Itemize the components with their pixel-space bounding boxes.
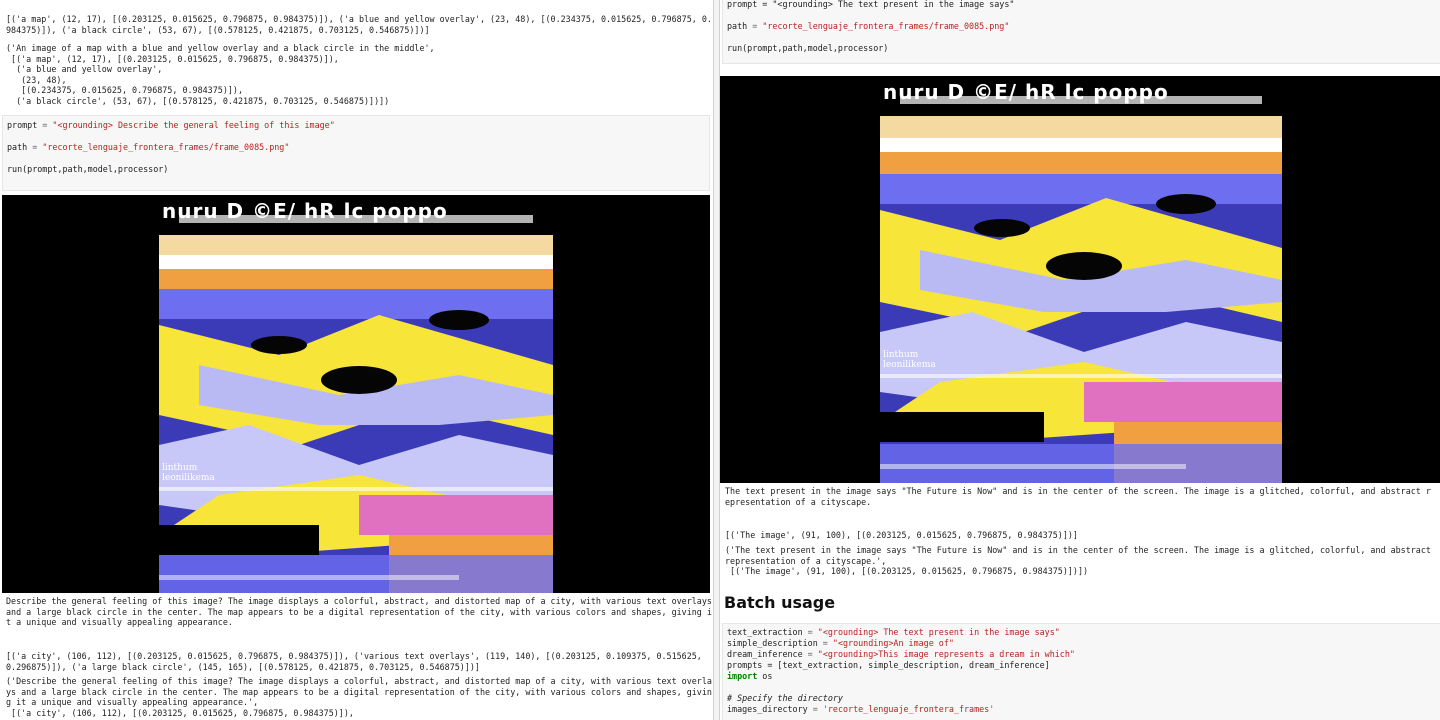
output-line: 984375)]), ('a black circle', (53, 67), … [6, 24, 430, 35]
code-line-dream-inference: dream_inference = "<grounding>This image… [727, 649, 1075, 659]
code-line-prompts: prompts = [text_extraction, simple_descr… [727, 660, 1050, 670]
output-image-frame: nuru D ©E/ hR lc poppo linthum leonilike… [2, 195, 710, 593]
left-notebook-pane[interactable]: [('a map', (12, 17), [(0.203125, 0.01562… [0, 0, 714, 720]
glitch-frame-image [880, 76, 1282, 483]
output-line: 0.296875)]), ('a large black circle', (1… [6, 661, 480, 672]
code-line-comment: # Specify the directory [727, 693, 843, 703]
output-line: ('a black circle', (53, 67), [(0.578125,… [6, 95, 390, 106]
output-line: ('The text present in the image says "Th… [725, 545, 1431, 555]
code-cell-text-prompt[interactable]: prompt = "<grounding> The text present i… [722, 0, 1440, 64]
output-line: [('a map', (12, 17), [(0.203125, 0.01562… [6, 53, 339, 64]
overlay-text-line: linthum [162, 463, 198, 473]
output-line: [(0.234375, 0.015625, 0.796875, 0.984375… [6, 85, 243, 95]
output-entities: [('The image', (91, 100), [(0.203125, 0.… [725, 530, 1440, 541]
overlay-text-line: leonilikema [162, 473, 215, 483]
output-description: The text present in the image says "The … [725, 486, 1440, 507]
code-line-images-directory: images_directory = 'recorte_lenguaje_fro… [727, 704, 995, 714]
code-line-run: run(prompt,path,model,processor) [7, 164, 169, 174]
code-line-run: run(prompt,path,model,processor) [727, 43, 889, 53]
output-line: t a unique and visually appealing appear… [6, 617, 233, 627]
output-description: Describe the general feeling of this ima… [6, 596, 712, 628]
output-line: epresentation of a cityscape. [725, 496, 872, 507]
output-line: g it a unique and visually appealing app… [6, 697, 259, 707]
output-image-frame: nuru D ©E/ hR lc poppo linthum leonilike… [720, 76, 1440, 483]
code-cell-prompt[interactable]: prompt = "<grounding> Describe the gener… [2, 115, 710, 191]
output-line: ('An image of a map with a blue and yell… [6, 43, 435, 53]
output-line: [('The image', (91, 100), [(0.203125, 0.… [725, 530, 1078, 540]
output-line: [('a city', (106, 112), [(0.203125, 0.01… [6, 651, 702, 661]
output-tuple: ('The text present in the image says "Th… [725, 545, 1440, 577]
output-line: [('a map', (12, 17), [(0.203125, 0.01562… [6, 14, 712, 24]
output-line: (23, 48), [6, 74, 67, 85]
code-line-prompt: prompt = "<grounding> Describe the gener… [7, 120, 335, 130]
code-line-simple-description: simple_description = "<grounding>An imag… [727, 638, 954, 648]
output-tuple-top: ('An image of a map with a blue and yell… [6, 43, 712, 106]
overlay-text-line: linthum [883, 350, 919, 360]
frame-overlay-text: linthum leonilikema [162, 463, 215, 483]
output-line: [('a city', (106, 112), [(0.203125, 0.01… [6, 707, 354, 718]
output-line: ys and a large black circle in the cente… [6, 686, 712, 697]
code-line-prompt-partial: prompt = "<grounding> The text present i… [727, 0, 1015, 9]
output-line: ('Describe the general feeling of this i… [6, 676, 712, 686]
frame-header-glyphs: nuru D ©E/ hR lc poppo [883, 80, 1169, 104]
output-entities: [('a city', (106, 112), [(0.203125, 0.01… [6, 651, 712, 672]
output-line: The text present in the image says "The … [725, 486, 1431, 496]
output-line: and a large black circle in the center. … [6, 606, 712, 617]
code-line-text-extraction: text_extraction = "<grounding> The text … [727, 627, 1060, 637]
code-line-path: path = "recorte_lenguaje_frontera_frames… [7, 142, 290, 152]
output-line: ('a blue and yellow overlay', [6, 64, 163, 74]
code-line-import: import os [727, 671, 773, 681]
output-tuple-bottom: ('Describe the general feeling of this i… [6, 676, 712, 718]
output-line: representation of a cityscape.', [725, 555, 887, 566]
output-line: Describe the general feeling of this ima… [6, 596, 712, 606]
section-heading-batch-usage: Batch usage [724, 593, 836, 612]
right-notebook-pane[interactable]: prompt = "<grounding> The text present i… [719, 0, 1440, 720]
code-line-path: path = "recorte_lenguaje_frontera_frames… [727, 21, 1010, 31]
frame-header-glyphs: nuru D ©E/ hR lc poppo [162, 199, 448, 223]
output-entities-top: [('a map', (12, 17), [(0.203125, 0.01562… [6, 14, 712, 35]
glitch-frame-image [159, 195, 553, 593]
overlay-text-line: leonilikema [883, 360, 936, 370]
output-line: [('The image', (91, 100), [(0.203125, 0.… [725, 566, 1089, 576]
code-cell-batch[interactable]: text_extraction = "<grounding> The text … [722, 623, 1440, 720]
frame-overlay-text: linthum leonilikema [883, 350, 936, 370]
